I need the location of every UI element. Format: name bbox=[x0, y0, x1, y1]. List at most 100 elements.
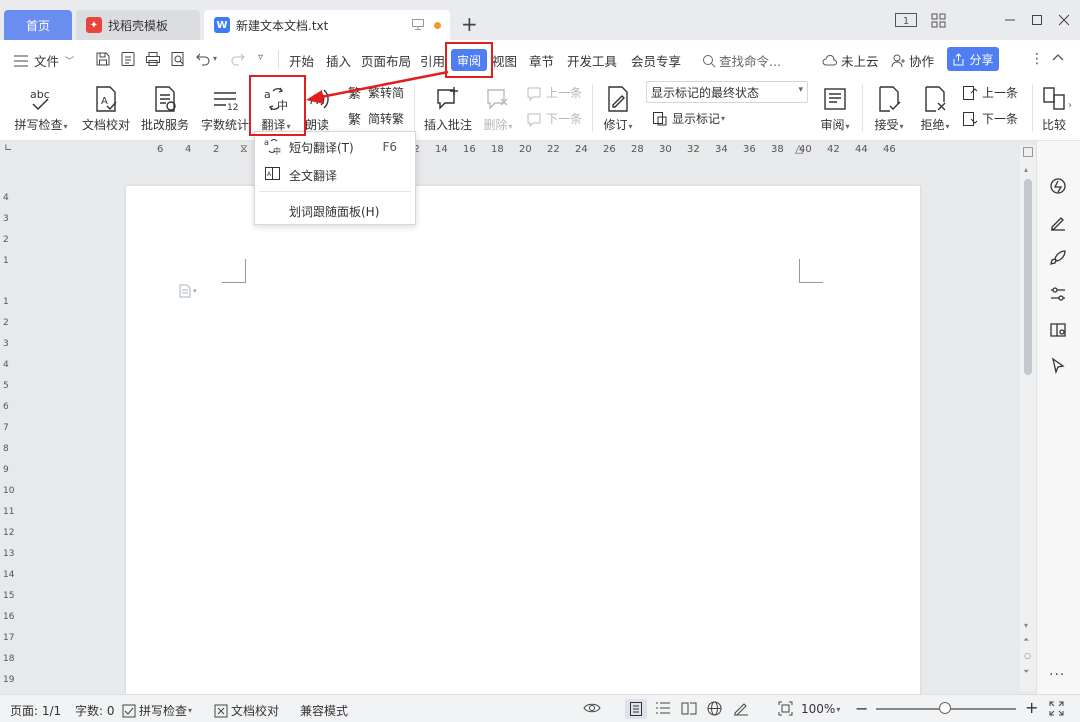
indent-marker-icon[interactable]: ⧖ bbox=[240, 142, 248, 156]
cloud-status[interactable]: 未上云 bbox=[822, 51, 879, 70]
spell-check-status[interactable]: 拼写检查 ▾ bbox=[122, 702, 192, 719]
layout-switch-icon[interactable]: 1 bbox=[895, 10, 917, 30]
sliders-icon[interactable] bbox=[1049, 285, 1067, 306]
fullscreen-icon[interactable] bbox=[1049, 701, 1064, 716]
menu-developer[interactable]: 开发工具 bbox=[567, 51, 617, 70]
zoom-in-button[interactable]: + bbox=[1025, 698, 1038, 717]
tab-home[interactable]: 首页 bbox=[4, 10, 72, 40]
tab-document[interactable]: W 新建文本文档.txt bbox=[204, 10, 450, 40]
next-page-icon[interactable]: ⏷ bbox=[1023, 667, 1029, 677]
ruler-tick: 8 bbox=[3, 444, 9, 454]
book-icon[interactable] bbox=[1049, 321, 1067, 342]
save-icon[interactable] bbox=[95, 51, 111, 70]
ribbon-scroll-right-icon[interactable]: › bbox=[1068, 100, 1072, 111]
doc-proof-button[interactable]: A 文档校对 bbox=[80, 81, 132, 133]
undo-icon[interactable]: ▾ bbox=[195, 50, 217, 66]
checkbox-icon bbox=[122, 704, 136, 717]
prev-change-button[interactable]: 上一条 bbox=[962, 84, 1018, 101]
share-button[interactable]: 分享 bbox=[947, 47, 999, 71]
command-search[interactable]: 查找命令... bbox=[702, 51, 781, 70]
word-count-button[interactable]: 123 字数统计 bbox=[198, 81, 252, 133]
word-follow-panel-item[interactable]: 划词跟随面板(H) bbox=[255, 198, 415, 224]
new-tab-button[interactable]: + bbox=[461, 12, 478, 36]
full-translate-item[interactable]: A 全文翻译 bbox=[255, 162, 415, 188]
tab-template-label: 找稻壳模板 bbox=[108, 18, 169, 33]
word-count-status[interactable]: 字数: 0 bbox=[75, 702, 115, 719]
apps-grid-icon[interactable] bbox=[931, 10, 946, 30]
accept-button[interactable]: 接受▾ bbox=[870, 81, 908, 133]
prev-comment-button[interactable]: 上一条 bbox=[526, 84, 582, 101]
prev-comment-icon bbox=[526, 85, 542, 101]
write-mode-icon[interactable] bbox=[733, 701, 749, 716]
eye-protect-icon[interactable] bbox=[583, 701, 601, 715]
file-menu[interactable]: 文件 ﹀ bbox=[14, 51, 74, 70]
markup-select[interactable]: 显示标记的最终状态 ▾ bbox=[646, 81, 808, 103]
sentence-translate-item[interactable]: a中 短句翻译(T) F6 bbox=[255, 134, 415, 160]
minimize-icon[interactable] bbox=[1004, 10, 1016, 30]
fit-page-icon[interactable] bbox=[778, 701, 793, 716]
print-preview-icon[interactable] bbox=[170, 51, 186, 70]
scroll-down-icon[interactable]: ▾ bbox=[1024, 621, 1028, 630]
page-view-icon[interactable] bbox=[625, 699, 647, 719]
redo-icon[interactable] bbox=[230, 50, 246, 69]
collapse-ribbon-icon[interactable] bbox=[1051, 50, 1065, 67]
file-menu-label: 文件 bbox=[34, 54, 60, 69]
web-view-icon[interactable] bbox=[707, 701, 722, 716]
simp-to-trad-button[interactable]: 繁 简转繁 bbox=[348, 110, 404, 127]
quick-access-more-icon[interactable]: ▿ bbox=[258, 52, 263, 63]
rocket-icon[interactable] bbox=[1049, 249, 1067, 270]
menu-section[interactable]: 章节 bbox=[529, 51, 554, 70]
ruler-tick: 11 bbox=[3, 507, 15, 517]
monitor-icon[interactable] bbox=[412, 19, 424, 33]
track-changes-button[interactable]: 修订▾ bbox=[600, 81, 636, 133]
reject-button[interactable]: 拒绝▾ bbox=[916, 81, 954, 133]
compare-button[interactable]: 比较 bbox=[1040, 81, 1068, 133]
print-icon[interactable] bbox=[145, 51, 161, 70]
ruler-tick: 26 bbox=[603, 144, 616, 155]
more-options-icon[interactable]: ⋮ bbox=[1030, 51, 1044, 67]
right-indent-marker-icon[interactable]: △ bbox=[795, 142, 803, 155]
ruler-tick: 7 bbox=[3, 423, 9, 433]
next-comment-button[interactable]: 下一条 bbox=[526, 110, 582, 127]
share-label: 分享 bbox=[969, 52, 994, 67]
revise-service-button[interactable]: 批改服务 bbox=[138, 81, 192, 133]
ai-icon[interactable] bbox=[1049, 177, 1067, 198]
review-pane-button[interactable]: 审阅▾ bbox=[816, 81, 854, 133]
close-icon[interactable] bbox=[1058, 10, 1070, 30]
spell-check-button[interactable]: abc 拼写检查▾ bbox=[12, 81, 70, 133]
scroll-up-icon[interactable]: ▴ bbox=[1024, 165, 1028, 174]
delete-comment-button[interactable]: 删除▾ bbox=[480, 81, 516, 133]
read-view-icon[interactable] bbox=[681, 701, 697, 715]
vertical-scrollbar[interactable]: ▴ ▾ ⏶ ○ ⏷ bbox=[1020, 145, 1036, 691]
page-count[interactable]: 页面: 1/1 bbox=[10, 702, 61, 719]
menu-view[interactable]: 视图 bbox=[492, 51, 517, 70]
tab-template[interactable]: ✦ 找稻壳模板 bbox=[76, 10, 200, 40]
tab-selector-icon[interactable]: ∟ bbox=[4, 143, 12, 154]
layout-badge: 1 bbox=[903, 16, 909, 27]
ruler-tick: 13 bbox=[3, 549, 15, 559]
zoom-slider-knob[interactable] bbox=[939, 702, 951, 714]
document-page[interactable]: ▾ bbox=[126, 186, 920, 696]
horizontal-ruler[interactable]: ∟ 6 4 2 2 4 12 14 16 18 20 22 24 26 28 3… bbox=[0, 141, 1020, 159]
collab-button[interactable]: 协作 bbox=[891, 51, 934, 70]
show-markup-button[interactable]: 显示标记 ▾ bbox=[652, 110, 725, 127]
prev-page-icon[interactable]: ⏶ bbox=[1023, 635, 1029, 645]
outline-view-icon[interactable] bbox=[655, 701, 671, 715]
doc-proof-status[interactable]: 文档校对 bbox=[214, 702, 279, 719]
track-changes-icon bbox=[605, 81, 631, 113]
more-panel-icon[interactable]: ··· bbox=[1049, 667, 1065, 683]
next-change-button[interactable]: 下一条 bbox=[962, 110, 1018, 127]
edit-pen-icon[interactable] bbox=[1049, 213, 1067, 234]
select-browse-icon[interactable]: ○ bbox=[1024, 651, 1031, 660]
paragraph-layout-icon[interactable]: ▾ bbox=[179, 284, 197, 298]
zoom-out-button[interactable]: − bbox=[855, 699, 868, 718]
cursor-icon[interactable] bbox=[1049, 357, 1067, 378]
maximize-icon[interactable] bbox=[1031, 10, 1043, 30]
export-pdf-icon[interactable] bbox=[120, 51, 136, 70]
zoom-level-value: 100% bbox=[801, 702, 836, 716]
scrollbar-thumb[interactable] bbox=[1024, 179, 1032, 375]
split-view-icon[interactable] bbox=[1023, 147, 1033, 157]
zoom-level[interactable]: 100% ▾ bbox=[801, 702, 840, 716]
vertical-ruler[interactable]: 4 3 2 1 1 2 3 4 5 6 7 8 9 10 11 12 13 14… bbox=[0, 159, 16, 694]
menu-member[interactable]: 会员专享 bbox=[631, 51, 681, 70]
